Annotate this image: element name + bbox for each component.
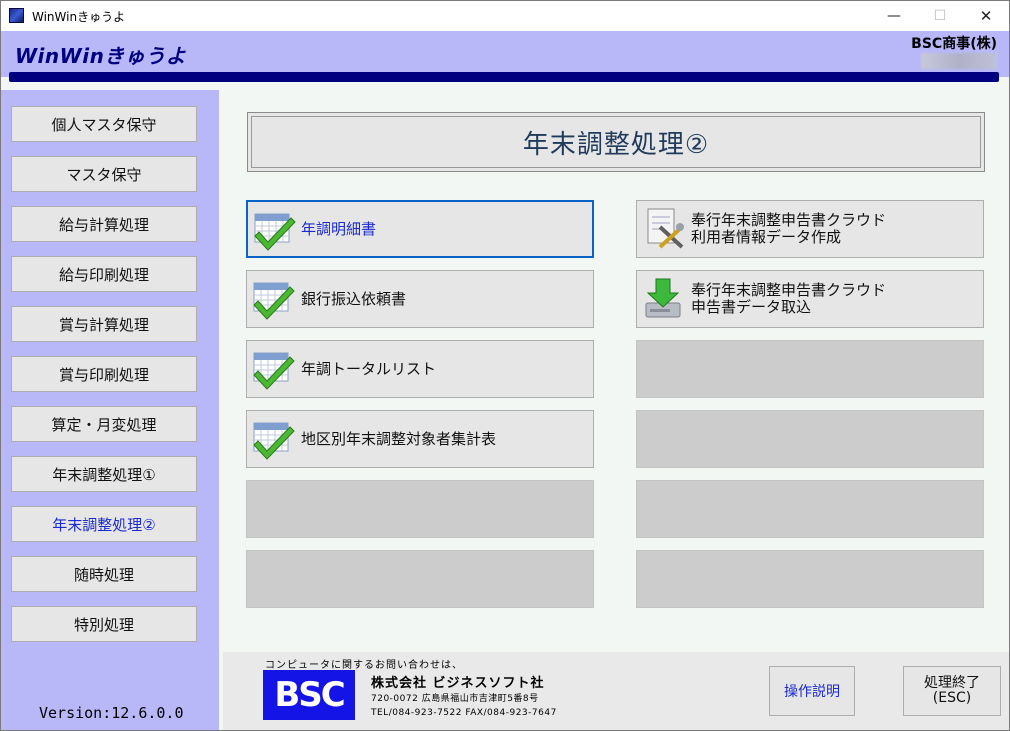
sidebar: 個人マスタ保守 マスタ保守給与計算処理 給与印刷処理 賞与計算処理 賞与印刷処理 算定・月… [1, 90, 219, 730]
right-menu-button-5 [636, 480, 984, 538]
left-menu-button-3[interactable]: 年調トータルリスト [246, 340, 594, 398]
right-menu-button-6 [636, 550, 984, 608]
company-name: BSC商事(株) [911, 36, 997, 52]
header-divider [9, 72, 999, 82]
sidebar-item-5[interactable]: 賞与計算処理 [11, 306, 197, 342]
calendar-check-icon [251, 208, 299, 252]
exit-button-shortcut: (ESC) [932, 690, 972, 706]
page-title: 年末調整処理② [522, 129, 710, 160]
left-menu-button-1[interactable]: 年調明細書 [246, 200, 594, 258]
user-name-redacted [921, 53, 997, 69]
menu-button-label: 地区別年末調整対象者集計表 [301, 429, 497, 448]
exit-button[interactable]: 処理終了 (ESC) [903, 666, 1001, 716]
left-menu-button-5 [246, 480, 594, 538]
window-title: WinWinきゅうよ [32, 10, 126, 24]
sidebar-item-7[interactable]: 算定・月変処理 [11, 406, 197, 442]
help-button[interactable]: 操作説明 [769, 666, 855, 716]
menu-button-label: 年調トータルリスト [301, 359, 437, 378]
app-window: WinWinきゅうよ — ☐ ✕ WinWinきゅうよ BSC商事(株) 個人マ… [0, 0, 1010, 731]
sidebar-item-6[interactable]: 賞与印刷処理 [11, 356, 197, 392]
right-menu-button-4 [636, 410, 984, 468]
left-menu-button-2[interactable]: 銀行振込依頼書 [246, 270, 594, 328]
title-bar: WinWinきゅうよ — ☐ ✕ [1, 1, 1009, 31]
app-header: WinWinきゅうよ BSC商事(株) [1, 31, 1009, 77]
download-drive-icon [640, 277, 688, 321]
calendar-check-icon [250, 417, 298, 461]
vendor-company-name: 株式会社 ビジネスソフト社 [371, 676, 545, 691]
right-menu-button-3 [636, 340, 984, 398]
sidebar-item-11[interactable]: 特別処理 [11, 606, 197, 642]
sidebar-item-10[interactable]: 随時処理 [11, 556, 197, 592]
sidebar-item-9[interactable]: 年末調整処理② [11, 506, 197, 542]
close-button[interactable]: ✕ [963, 1, 1009, 31]
page-title-box: 年末調整処理② [247, 112, 985, 172]
menu-button-label: 奉行年末調整申告書クラウド 申告書データ取込 [691, 281, 887, 316]
sidebar-item-1[interactable]: 個人マスタ保守 [11, 106, 197, 142]
calendar-check-icon [250, 347, 298, 391]
sidebar-item-4[interactable]: 給与印刷処理 [11, 256, 197, 292]
document-tools-icon [640, 207, 688, 251]
bsc-logo-text: BSC [274, 675, 345, 715]
right-menu-button-1[interactable]: 奉行年末調整申告書クラウド 利用者情報データ作成 [636, 200, 984, 258]
menu-button-label: 奉行年末調整申告書クラウド 利用者情報データ作成 [691, 211, 887, 246]
calendar-check-icon [250, 277, 298, 321]
version-label: Version:12.6.0.0 [39, 704, 184, 722]
app-title: WinWinきゅうよ [15, 44, 187, 68]
sidebar-item-3[interactable]: 給与計算処理 [11, 206, 197, 242]
main-panel: 年末調整処理② 年調明細書銀行振込依頼書年調トータルリスト地区別年末調整対象者集… [223, 90, 1009, 652]
right-menu-button-2[interactable]: 奉行年末調整申告書クラウド 申告書データ取込 [636, 270, 984, 328]
menu-button-label: 年調明細書 [301, 219, 377, 238]
sidebar-item-8[interactable]: 年末調整処理① [11, 456, 197, 492]
app-icon [9, 8, 24, 23]
exit-button-label: 処理終了 [924, 675, 980, 691]
left-menu-button-4[interactable]: 地区別年末調整対象者集計表 [246, 410, 594, 468]
minimize-button[interactable]: — [871, 1, 917, 31]
sidebar-item-2[interactable]: マスタ保守 [11, 156, 197, 192]
maximize-button[interactable]: ☐ [917, 1, 963, 31]
menu-button-label: 銀行振込依頼書 [301, 289, 407, 308]
vendor-address: 720-0072 広島県福山市吉津町5番8号 [371, 694, 539, 704]
bsc-logo: BSC [263, 670, 355, 720]
vendor-phone: TEL/084-923-7522 FAX/084-923-7647 [371, 708, 557, 718]
left-menu-button-6 [246, 550, 594, 608]
contact-note: コンピュータに関するお問い合わせは、 [265, 660, 463, 671]
footer: コンピュータに関するお問い合わせは、 BSC 株式会社 ビジネスソフト社 720… [223, 652, 1009, 730]
